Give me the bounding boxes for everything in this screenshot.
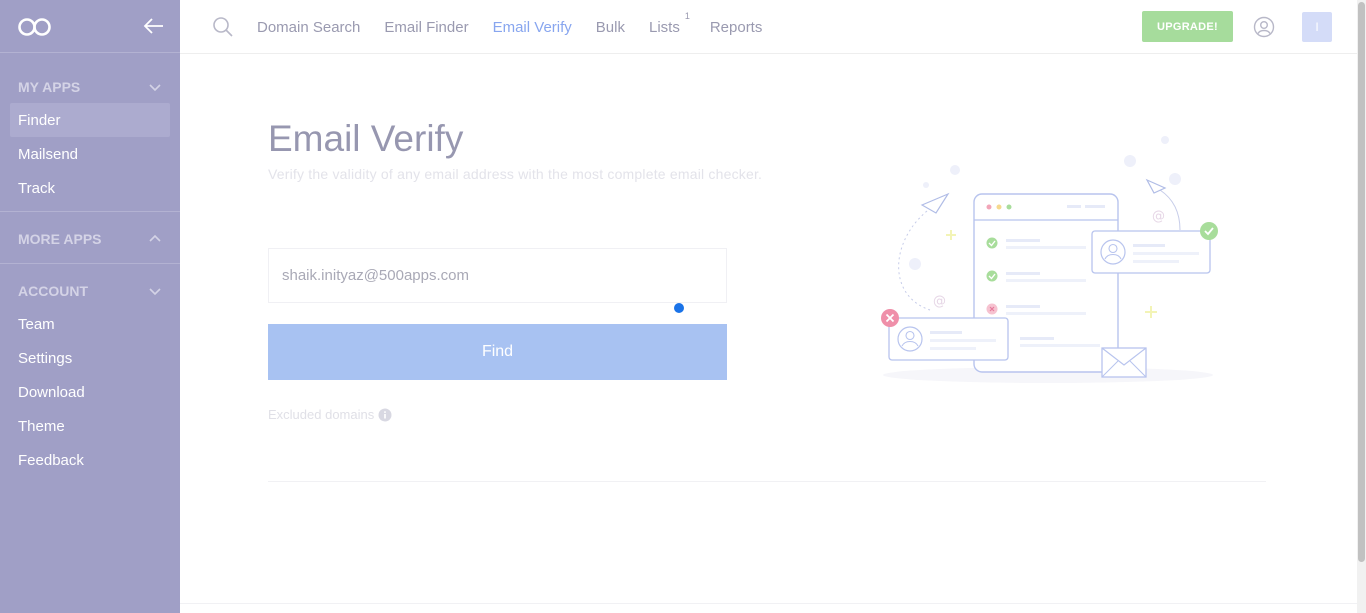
sidebar-item-feedback[interactable]: Feedback [10,443,170,477]
email-input[interactable] [268,248,727,303]
page-title: Email Verify [268,118,464,159]
page-subtitle: Verify the validity of any email address… [268,166,763,182]
excluded-domains-label: Excluded domains [268,407,375,422]
upgrade-button[interactable]: UPGRADE! [1142,11,1233,42]
svg-text:@: @ [1152,209,1165,224]
sidebar: MY APPS Finder Mailsend Track MORE APPS … [0,0,180,613]
app-root: MY APPS Finder Mailsend Track MORE APPS … [0,0,1366,613]
sidebar-section-more-apps: MORE APPS [0,212,180,264]
sidebar-section-my-apps: MY APPS Finder Mailsend Track [0,53,180,212]
nav-email-finder[interactable]: Email Finder [384,19,468,36]
nav-lists[interactable]: Lists 1 [648,11,690,36]
sidebar-item-theme[interactable]: Theme [10,409,170,443]
infinity-logo-icon[interactable] [17,16,52,38]
section-label: MORE APPS [18,230,102,247]
nav-lists-label: Lists [648,18,680,36]
footer-divider [180,603,1357,604]
nav-domain-search[interactable]: Domain Search [257,19,360,36]
nav-email-verify[interactable]: Email Verify [493,19,572,36]
sidebar-item-settings[interactable]: Settings [10,341,170,375]
chevron-up-icon [149,234,161,242]
sidebar-item-track[interactable]: Track [10,171,170,205]
excluded-domains-link[interactable]: Excluded domains [268,407,392,422]
cursor-indicator [674,303,684,313]
email-verify-illustration-icon: @ @ [881,136,1218,383]
vertical-scrollbar[interactable] [1357,0,1366,613]
nav-reports[interactable]: Reports [710,19,763,36]
sidebar-section-header-more-apps[interactable]: MORE APPS [10,222,170,255]
user-circle-icon[interactable] [1253,16,1275,38]
sidebar-item-finder[interactable]: Finder [10,103,170,137]
sidebar-item-mailsend[interactable]: Mailsend [10,137,170,171]
top-navbar: Domain Search Email Finder Email Verify … [180,0,1357,54]
nav-bulk[interactable]: Bulk [596,19,625,36]
arrow-left-icon[interactable] [142,15,166,37]
scrollbar-thumb[interactable] [1358,2,1365,562]
find-button[interactable]: Find [268,324,727,380]
section-label: ACCOUNT [18,282,88,299]
chevron-down-icon [149,288,161,296]
sidebar-section-account: ACCOUNT Team Settings Download Theme Fee… [0,264,180,477]
sidebar-header [0,0,180,53]
info-icon[interactable] [378,408,392,422]
sidebar-item-team[interactable]: Team [10,307,170,341]
svg-text:@: @ [933,294,946,309]
search-icon[interactable] [212,16,234,38]
section-label: MY APPS [18,78,81,95]
sidebar-section-header-my-apps[interactable]: MY APPS [10,70,170,103]
chevron-down-icon [149,84,161,92]
sidebar-section-header-account[interactable]: ACCOUNT [10,274,170,307]
lists-count-badge: 1 [684,10,690,21]
content-divider [268,481,1266,482]
avatar[interactable]: I [1302,12,1332,42]
sidebar-item-download[interactable]: Download [10,375,170,409]
nav-links: Domain Search Email Finder Email Verify … [257,0,786,54]
